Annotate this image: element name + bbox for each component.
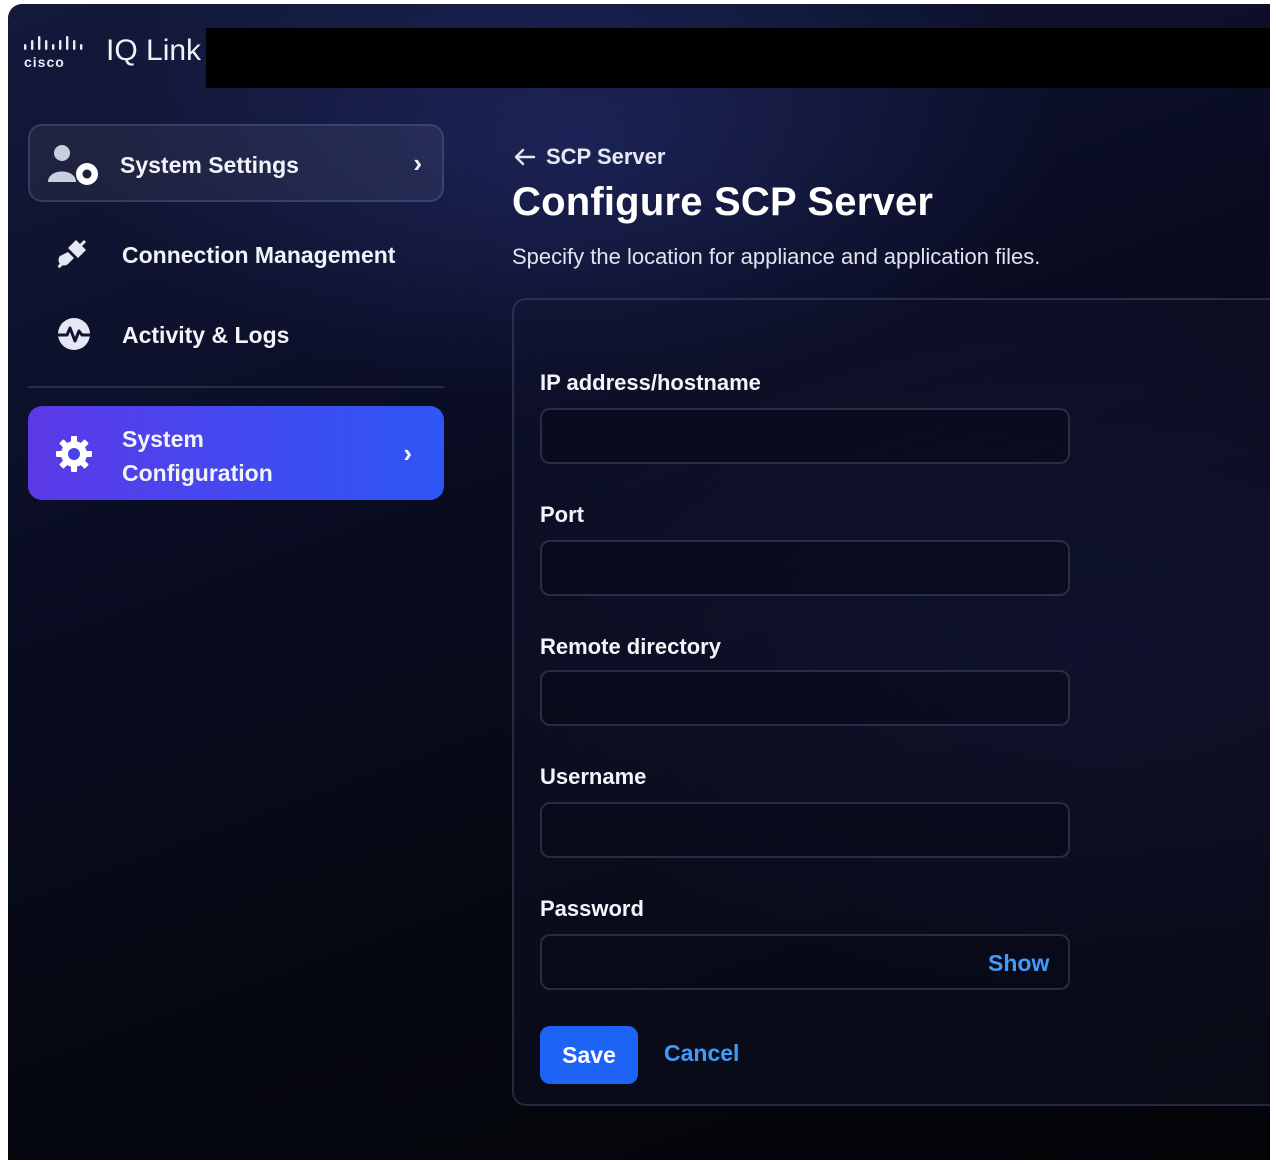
top-bar: cisco IQ Link [8,4,1270,94]
cisco-wordmark: cisco [24,54,65,70]
ip-hostname-label: IP address/hostname [540,370,761,395]
sidebar-item-connection-management[interactable]: Connection Management [28,230,444,276]
ip-hostname-input[interactable] [540,408,1070,464]
sidebar-item-activity-logs[interactable]: Activity & Logs [28,310,444,356]
remote-directory-input[interactable] [540,670,1070,726]
scp-server-form: IP address/hostname Port Remote director… [512,298,1270,1106]
username-label: Username [540,764,647,789]
username-input[interactable] [540,802,1070,858]
port-input[interactable] [540,540,1070,596]
sidebar-item-label: Connection Management [122,242,396,268]
app-name: IQ Link [106,34,202,67]
back-link[interactable]: SCP Server [512,144,665,170]
arrow-left-icon [514,148,536,166]
gear-icon [54,434,94,474]
sidebar-item-system-settings[interactable]: System Settings › [28,124,444,202]
password-label: Password [540,896,644,921]
cancel-button[interactable]: Cancel [664,1040,739,1067]
chevron-right-icon: › [413,148,422,178]
plug-icon [56,236,90,270]
show-password-button[interactable]: Show [988,950,1049,977]
save-button[interactable]: Save [540,1026,638,1084]
activity-pulse-icon [56,316,92,352]
redacted-header-bar [206,28,1270,88]
sidebar-item-label: Activity & Logs [122,322,290,348]
user-gear-icon [46,144,102,186]
sidebar-divider [28,386,444,388]
app-window: cisco IQ Link System Settings › Connecti… [8,4,1270,1160]
remote-directory-label: Remote directory [540,634,721,659]
sidebar-item-label: System Settings [120,152,299,178]
page-description: Specify the location for appliance and a… [512,244,1041,269]
port-label: Port [540,502,584,527]
sidebar-item-label: System Configuration [122,426,273,486]
chevron-right-icon: › [403,438,412,468]
page-title: Configure SCP Server [512,180,934,224]
breadcrumb-label: SCP Server [546,144,666,169]
sidebar-item-system-configuration[interactable]: System Configuration › [28,406,444,500]
